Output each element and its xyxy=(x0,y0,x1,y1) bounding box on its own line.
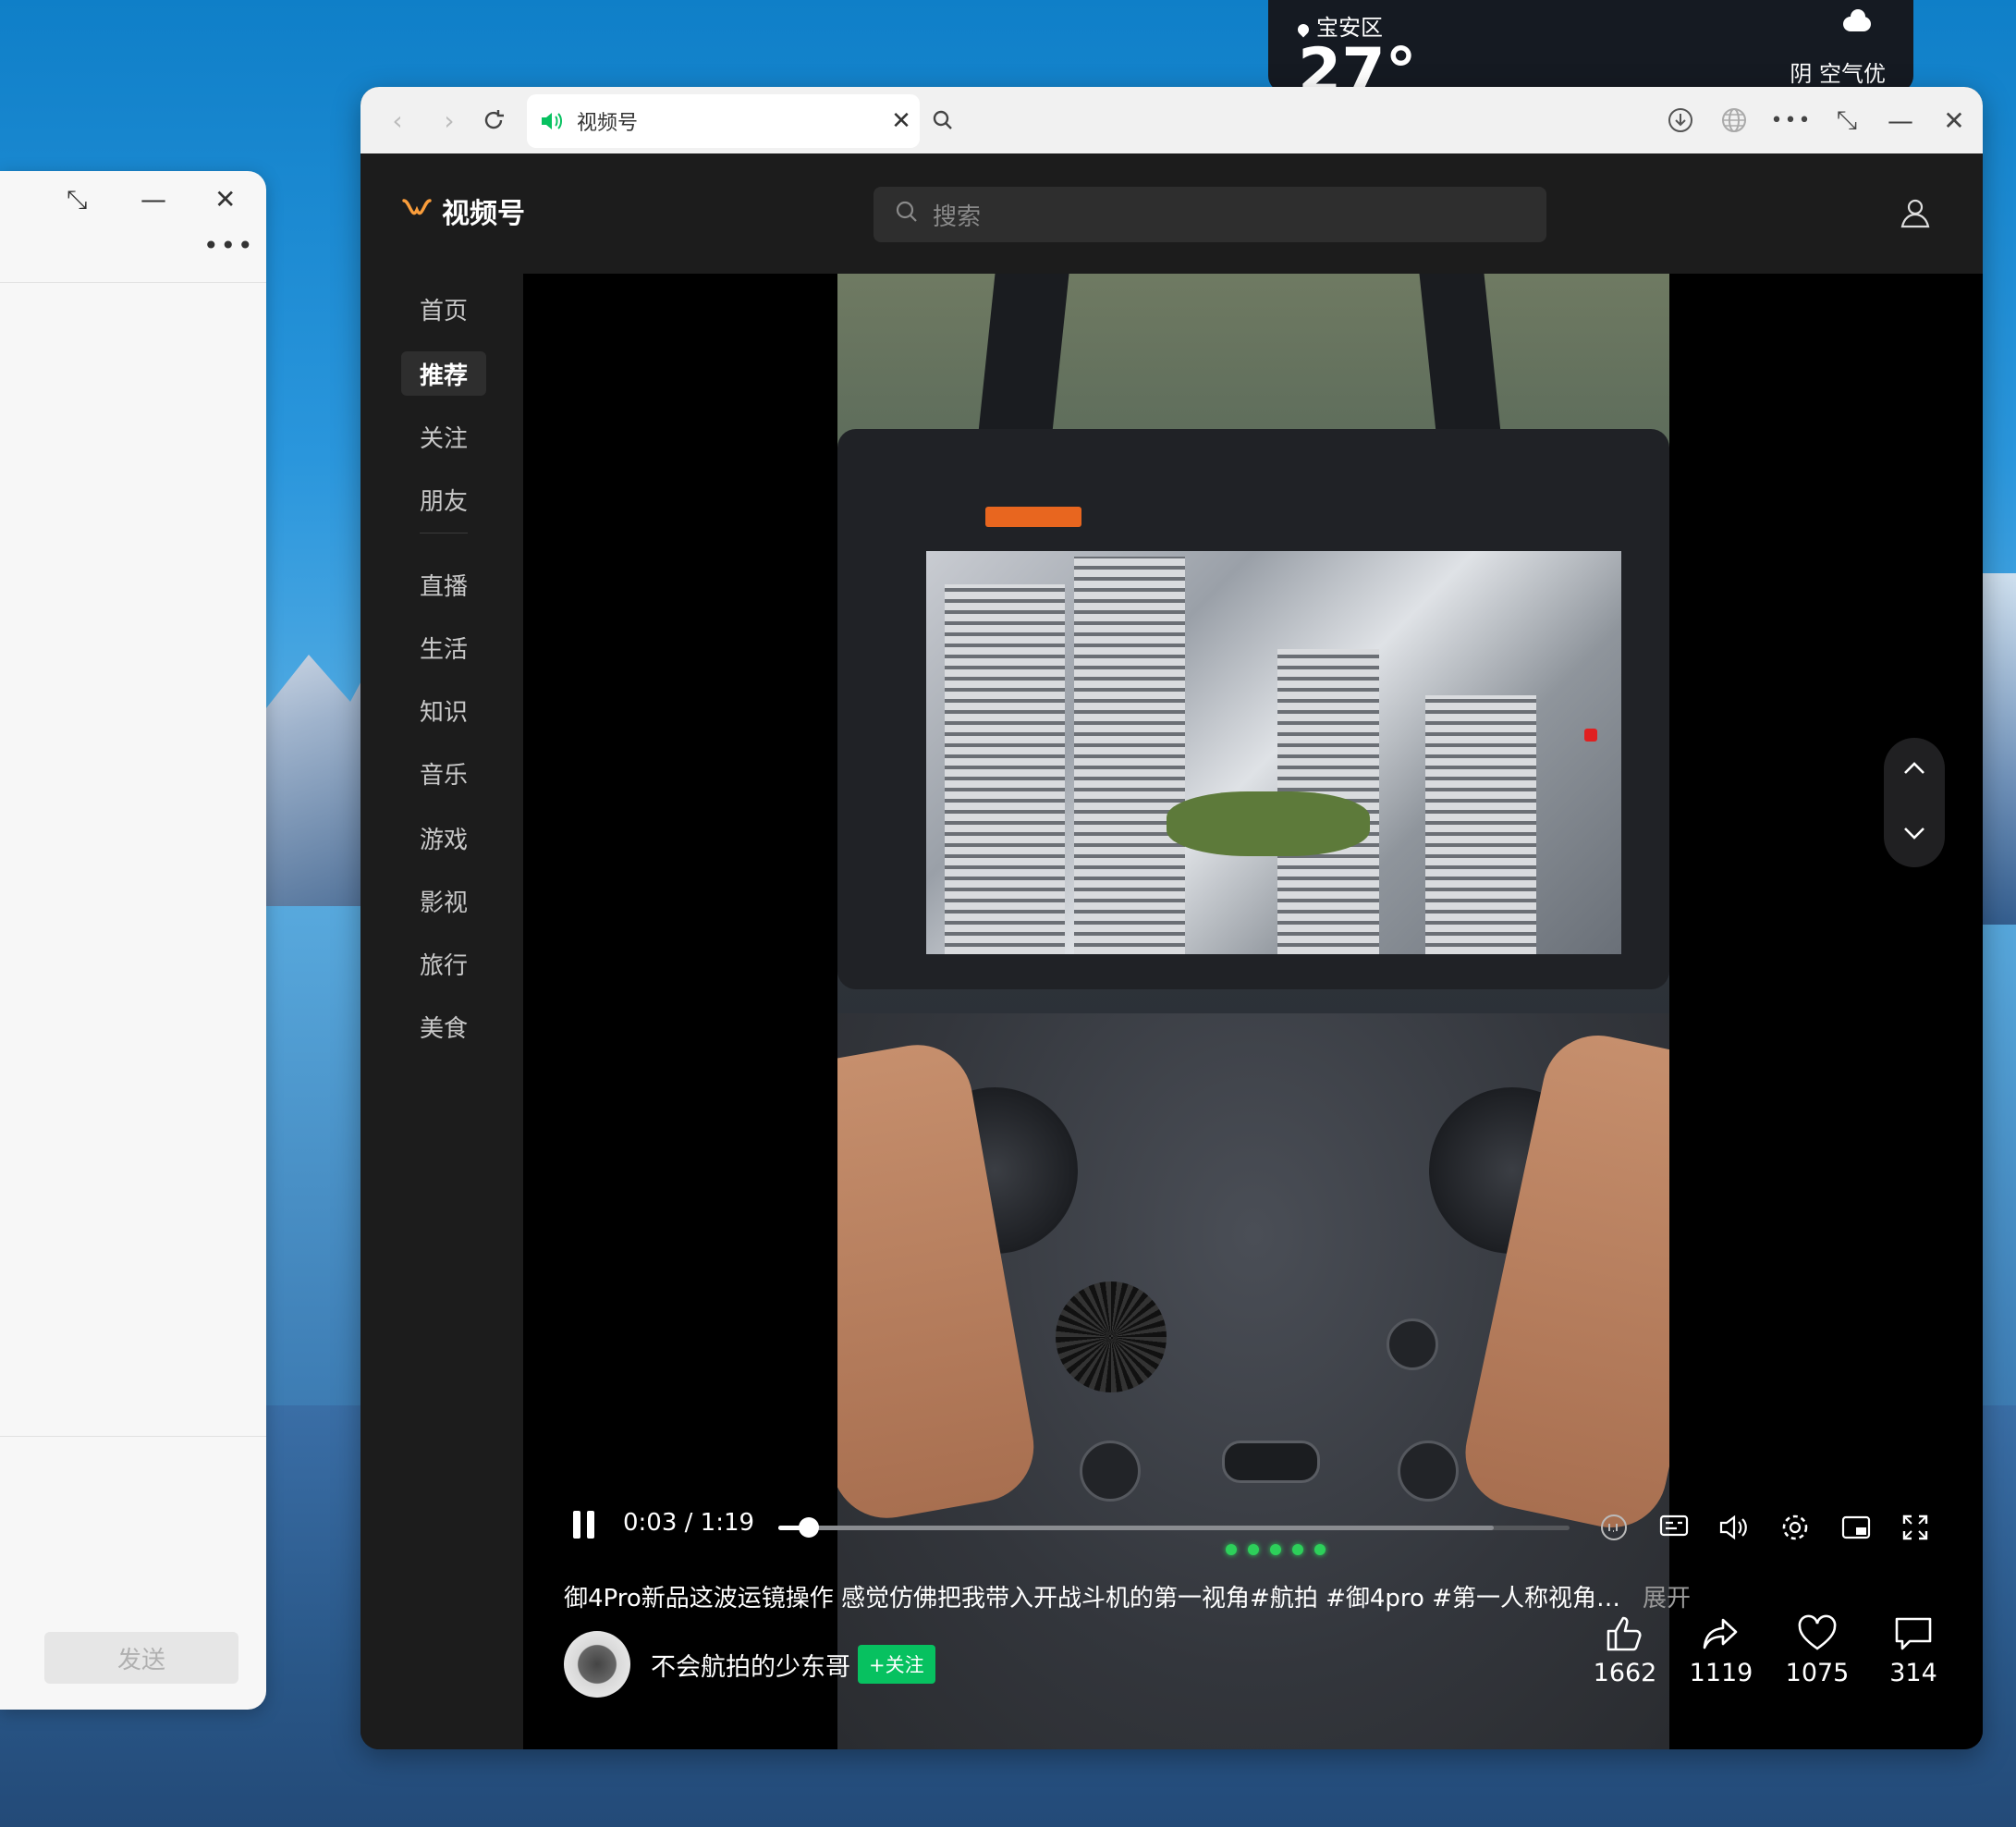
chat-window: ⤡ — ✕ ••• 发送 xyxy=(0,171,266,1710)
wallpaper-mountain-right xyxy=(1978,573,2016,925)
minimize-icon[interactable]: — xyxy=(1882,102,1919,139)
tab-close-icon[interactable]: ✕ xyxy=(883,107,920,135)
close-icon[interactable]: ✕ xyxy=(1936,102,1973,139)
speaker-icon xyxy=(540,111,568,131)
nav-item-travel[interactable]: 旅行 xyxy=(401,941,486,986)
comment-count: 314 xyxy=(1889,1659,1937,1687)
author-row: 不会航拍的少东哥 +关注 xyxy=(564,1631,935,1698)
send-button[interactable]: 发送 xyxy=(44,1632,238,1684)
nav-item-home[interactable]: 首页 xyxy=(401,287,486,331)
video-caption: 御4Pro新品这波运镜操作 感觉仿佛把我带入开战斗机的第一视角#航拍 #御4pr… xyxy=(564,1579,1691,1613)
minimize-icon[interactable]: — xyxy=(141,184,166,215)
search-icon xyxy=(894,199,920,231)
user-icon[interactable] xyxy=(1899,196,1932,233)
follow-button[interactable]: +关注 xyxy=(858,1645,935,1684)
favorite-count: 1075 xyxy=(1785,1659,1850,1687)
settings-icon[interactable] xyxy=(1777,1509,1814,1546)
like-count: 1662 xyxy=(1593,1659,1657,1687)
nav-item-film[interactable]: 影视 xyxy=(401,878,486,923)
video-player[interactable]: 0:03 / 1:19 御4Pro新品这波运镜操作 感觉仿佛把我带入开战斗机的第… xyxy=(523,274,1983,1749)
app-header: 视频号 搜索 xyxy=(360,153,1983,274)
forward-icon[interactable]: › xyxy=(431,102,468,139)
globe-icon[interactable] xyxy=(1716,102,1753,139)
share-button[interactable]: 1119 xyxy=(1673,1614,1769,1687)
share-count: 1119 xyxy=(1689,1659,1753,1687)
video-city-view xyxy=(926,551,1621,954)
previous-video-icon[interactable] xyxy=(1902,761,1926,779)
avatar[interactable] xyxy=(564,1631,630,1698)
favorite-button[interactable]: 1075 xyxy=(1769,1614,1865,1687)
progress-bar[interactable] xyxy=(778,1517,1570,1538)
volume-icon[interactable] xyxy=(1716,1509,1753,1546)
nav-item-knowledge[interactable]: 知识 xyxy=(401,688,486,732)
weather-condition: 阴 空气优 xyxy=(1790,61,1886,87)
search-icon[interactable] xyxy=(924,102,961,139)
search-input[interactable]: 搜索 xyxy=(874,187,1546,242)
thumbs-up-icon xyxy=(1607,1616,1642,1651)
video-controller xyxy=(837,1013,1669,1749)
nav-item-music[interactable]: 音乐 xyxy=(401,751,486,795)
divider xyxy=(0,1436,266,1437)
app-brand: 视频号 xyxy=(442,198,525,230)
more-icon[interactable]: ••• xyxy=(1771,102,1811,139)
restore-icon[interactable]: ⤡ xyxy=(67,184,87,215)
author-name[interactable]: 不会航拍的少东哥 xyxy=(651,1647,850,1683)
video-nav-control xyxy=(1884,738,1945,867)
buffer-bar xyxy=(778,1526,1494,1530)
player-controls: 0:03 / 1:19 xyxy=(523,1494,1983,1559)
channels-app: 视频号 搜索 首页 推荐 关注 朋友 直播 生活 知识 音乐 游戏 影视 旅行 … xyxy=(360,153,1983,1749)
nav-item-recommend[interactable]: 推荐 xyxy=(401,351,486,396)
progress-thumb[interactable] xyxy=(799,1517,819,1538)
comment-icon xyxy=(1895,1617,1932,1650)
tab-title: 视频号 xyxy=(577,112,639,135)
search-placeholder: 搜索 xyxy=(933,202,982,231)
browser-tab[interactable]: 视频号 ✕ xyxy=(527,94,920,148)
nav-item-food[interactable]: 美食 xyxy=(401,1004,486,1048)
app-logo[interactable]: 视频号 xyxy=(401,190,525,231)
next-video-icon[interactable] xyxy=(1902,826,1926,844)
pause-icon[interactable] xyxy=(573,1511,599,1539)
download-icon[interactable] xyxy=(1662,102,1699,139)
expand-link[interactable]: 展开 xyxy=(1643,1585,1691,1612)
picture-in-picture-icon[interactable] xyxy=(1838,1509,1875,1546)
channels-logo-icon xyxy=(402,199,432,215)
more-icon[interactable]: ••• xyxy=(203,230,255,261)
reload-icon[interactable] xyxy=(475,102,512,139)
nav-item-life[interactable]: 生活 xyxy=(401,625,486,669)
nav-item-following[interactable]: 关注 xyxy=(401,414,486,459)
sidebar: 首页 推荐 关注 朋友 直播 生活 知识 音乐 游戏 影视 旅行 美食 xyxy=(360,274,523,1749)
like-button[interactable]: 1662 xyxy=(1577,1614,1673,1687)
nav-item-live[interactable]: 直播 xyxy=(401,562,486,607)
divider xyxy=(0,282,266,283)
video-stats: 1662 1119 1075 314 xyxy=(1577,1614,1961,1687)
browser-window: ‹ › 视频号 ✕ ••• ⤡ — ✕ 视频号 搜索 首页 推荐 关注 朋友 直… xyxy=(360,87,1983,1749)
close-icon[interactable]: ✕ xyxy=(214,184,236,215)
nav-item-friends[interactable]: 朋友 xyxy=(401,477,486,521)
back-icon[interactable]: ‹ xyxy=(379,102,416,139)
playback-time: 0:03 / 1:19 xyxy=(623,1509,755,1537)
fullscreen-icon[interactable] xyxy=(1897,1509,1934,1546)
nav-item-games[interactable]: 游戏 xyxy=(401,815,486,860)
video-status-strip xyxy=(930,503,1081,531)
caption-text: 御4Pro新品这波运镜操作 感觉仿佛把我带入开战斗机的第一视角#航拍 #御4pr… xyxy=(564,1585,1621,1612)
cloud-icon xyxy=(1843,9,1871,31)
heart-icon xyxy=(1798,1614,1837,1650)
browser-toolbar: ‹ › 视频号 ✕ ••• ⤡ — ✕ xyxy=(360,87,1983,153)
record-icon xyxy=(1584,729,1597,742)
weather-widget[interactable]: 宝安区 27° 阴 空气优 xyxy=(1268,0,1913,104)
comment-button[interactable]: 314 xyxy=(1865,1614,1961,1687)
share-icon xyxy=(1703,1618,1738,1649)
restore-icon[interactable]: ⤡ xyxy=(1828,102,1865,139)
danmaku-icon[interactable] xyxy=(1656,1509,1693,1546)
playback-speed-icon[interactable] xyxy=(1595,1509,1632,1546)
